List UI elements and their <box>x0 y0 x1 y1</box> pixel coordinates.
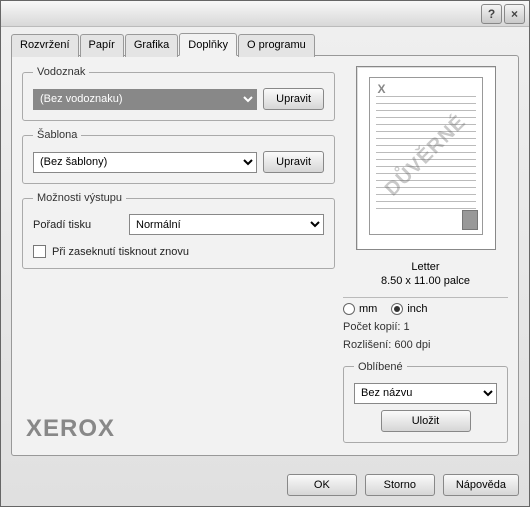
close-button[interactable]: × <box>504 4 525 24</box>
preview-corner-mark: X <box>378 82 386 96</box>
ok-button[interactable]: OK <box>287 474 357 496</box>
cancel-button[interactable]: Storno <box>365 474 435 496</box>
preview-paper-size: 8.50 x 11.00 palce <box>343 274 508 288</box>
copies-info: Počet kopií: 1 <box>343 321 508 333</box>
watermark-edit-button[interactable]: Upravit <box>263 88 324 110</box>
preview-caption: Letter 8.50 x 11.00 palce <box>343 260 508 289</box>
left-column: Vodoznak (Bez vodoznaku) Upravit Šablona… <box>22 66 335 445</box>
favorites-combo[interactable]: Bez názvu <box>354 383 497 404</box>
output-options-group: Možnosti výstupu Pořadí tisku Normální P… <box>22 192 335 269</box>
overlay-combo[interactable]: (Bez šablony) <box>33 152 257 173</box>
preview-page: X DŮVĚRNÉ <box>369 77 483 235</box>
favorites-legend: Oblíbené <box>354 361 407 373</box>
overlay-legend: Šablona <box>33 129 81 141</box>
watermark-group: Vodoznak (Bez vodoznaku) Upravit <box>22 66 335 121</box>
dialog-footer: OK Storno Nápověda <box>1 466 529 506</box>
tab-page-extras: Vodoznak (Bez vodoznaku) Upravit Šablona… <box>11 55 519 456</box>
unit-mm-label: mm <box>359 303 377 315</box>
preview-corner-icon <box>462 210 478 230</box>
tab-extras[interactable]: Doplňky <box>179 33 237 56</box>
reprint-checkbox[interactable] <box>33 245 46 258</box>
preview-paper-name: Letter <box>343 260 508 274</box>
resolution-info: Rozlišení: 600 dpi <box>343 339 508 351</box>
print-order-label: Pořadí tisku <box>33 219 123 231</box>
page-preview: X DŮVĚRNÉ <box>356 66 496 250</box>
watermark-legend: Vodoznak <box>33 66 89 78</box>
tab-about[interactable]: O programu <box>238 34 315 57</box>
tab-strip: Rozvržení Papír Grafika Doplňky O progra… <box>11 33 519 56</box>
watermark-combo[interactable]: (Bez vodoznaku) <box>33 89 257 110</box>
xerox-logo: XEROX <box>22 415 335 445</box>
favorites-group: Oblíbené Bez názvu Uložit <box>343 361 508 443</box>
tab-paper[interactable]: Papír <box>80 34 124 57</box>
unit-inch-label: inch <box>407 303 427 315</box>
tab-graphics[interactable]: Grafika <box>125 34 178 57</box>
right-column: X DŮVĚRNÉ Letter 8.50 x 11.00 palce mm <box>343 66 508 445</box>
unit-mm-radio[interactable] <box>343 303 355 315</box>
print-order-combo[interactable]: Normální <box>129 214 324 235</box>
titlebar: ? × <box>1 1 529 27</box>
favorites-save-button[interactable]: Uložit <box>381 410 471 432</box>
print-preferences-dialog: ? × Rozvržení Papír Grafika Doplňky O pr… <box>0 0 530 507</box>
overlay-group: Šablona (Bez šablony) Upravit <box>22 129 335 184</box>
reprint-label: Při zaseknutí tisknout znovu <box>52 246 189 258</box>
dialog-body: Rozvržení Papír Grafika Doplňky O progra… <box>1 27 529 466</box>
units-row: mm inch <box>343 297 508 315</box>
overlay-edit-button[interactable]: Upravit <box>263 151 324 173</box>
output-options-legend: Možnosti výstupu <box>33 192 126 204</box>
help-footer-button[interactable]: Nápověda <box>443 474 519 496</box>
help-button[interactable]: ? <box>481 4 502 24</box>
tab-layout[interactable]: Rozvržení <box>11 34 79 57</box>
unit-inch-radio[interactable] <box>391 303 403 315</box>
